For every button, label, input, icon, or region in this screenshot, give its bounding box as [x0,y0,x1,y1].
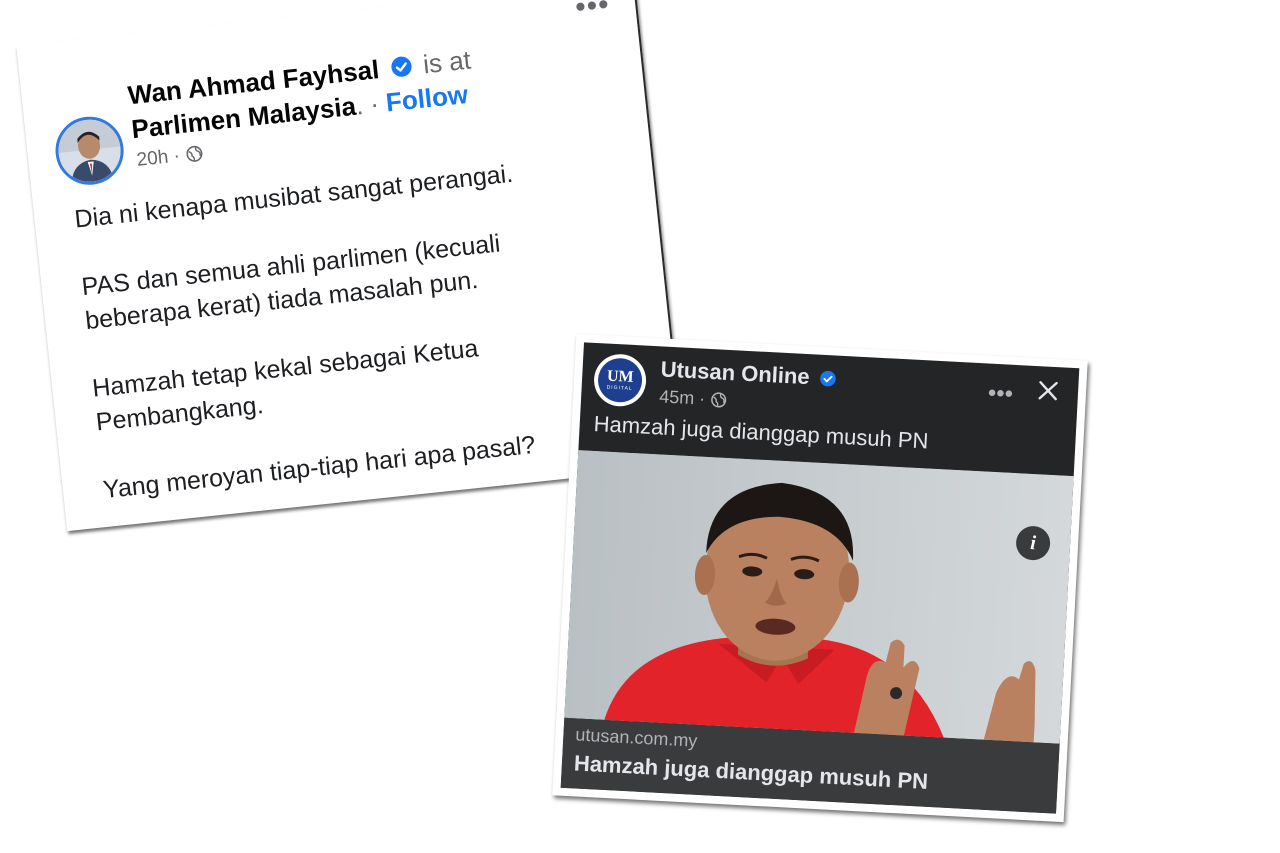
logo-badge: UM DIGITAL [596,357,644,404]
post-paragraph: PAS dan semua ahli parlimen (kecuali beb… [80,229,502,336]
globe-icon [186,145,203,162]
close-icon[interactable] [1036,378,1061,403]
utusan-logo[interactable]: UM DIGITAL [592,352,648,408]
avatar-photo [55,116,124,185]
verified-badge-icon [820,370,836,387]
post-meta: 20h · [136,143,205,172]
shared-caption: Hamzah juga dianggap musuh PN [593,410,930,454]
verified-badge-icon [391,56,412,77]
shared-post-card: UM DIGITAL Utusan Online 45m · ••• Hamza… [552,333,1088,823]
page-name[interactable]: Utusan Online [660,356,837,391]
post-header: Wan Ahmad Fayhsal is at Parlimen Malaysi… [126,30,591,146]
logo-text: UM [606,367,635,386]
link-headline: Hamzah juga dianggap musuh PN [573,750,929,794]
link-domain: utusan.com.my [574,724,698,751]
post-options-button[interactable]: ••• [574,0,612,25]
post-paragraph: Hamzah tetap kekal sebagai Ketua Pembang… [90,334,480,437]
author-avatar[interactable] [52,113,127,189]
page-name-text: Utusan Online [660,356,811,390]
shared-options-button[interactable]: ••• [987,380,1014,409]
post-body: Dia ni kenapa musibat sangat perangai. P… [73,148,626,540]
follow-button[interactable]: Follow [384,79,469,117]
logo-subtext: DIGITAL [606,384,633,392]
shared-post-time[interactable]: 45m · [659,386,706,408]
separator-dot: . · [354,88,381,121]
news-photo-man-in-red [564,450,1074,744]
globe-icon [711,392,727,408]
article-photo[interactable] [564,450,1074,744]
is-at-text: is at [421,44,473,80]
post-time[interactable]: 20h · [136,145,181,170]
post-paragraph: Yang meroyan tiap-tiap hari apa pasal? [101,430,537,505]
shared-post-meta: 45m · [659,386,728,411]
shared-post-dark-panel: UM DIGITAL Utusan Online 45m · ••• Hamza… [560,342,1080,814]
